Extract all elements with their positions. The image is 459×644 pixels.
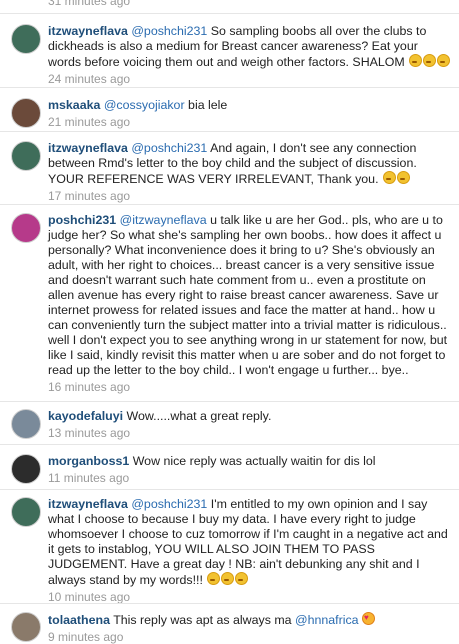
avatar[interactable] bbox=[11, 98, 41, 128]
emoji-icon bbox=[423, 54, 437, 67]
comment-text: u talk like u are her God.. pls, who are… bbox=[48, 213, 448, 377]
emoji-icon bbox=[235, 572, 249, 585]
username-link[interactable]: mskaaka bbox=[48, 98, 100, 112]
username-link[interactable]: tolaathena bbox=[48, 613, 110, 627]
emoji-icon bbox=[396, 171, 410, 184]
username-link[interactable]: kayodefaluyi bbox=[48, 409, 123, 423]
avatar[interactable] bbox=[11, 612, 41, 642]
comment-text: Wow.....what a great reply. bbox=[126, 409, 272, 423]
divider bbox=[0, 131, 459, 132]
mention-link[interactable]: @hnnafrica bbox=[295, 613, 359, 627]
mention-link[interactable]: @poshchi231 bbox=[131, 497, 207, 511]
comment-feed: 31 minutes ago itzwayneflava @poshchi231… bbox=[0, 0, 459, 644]
divider bbox=[0, 204, 459, 205]
comment-text: bia lele bbox=[188, 98, 228, 112]
emoji-icon bbox=[409, 54, 423, 67]
avatar[interactable] bbox=[11, 24, 41, 54]
divider bbox=[0, 603, 459, 604]
timestamp: 13 minutes ago bbox=[48, 426, 131, 440]
avatar[interactable] bbox=[11, 497, 41, 527]
avatar[interactable] bbox=[11, 409, 41, 439]
username-link[interactable]: poshchi231 bbox=[48, 213, 116, 227]
username-link[interactable]: itzwayneflava bbox=[48, 24, 128, 38]
mention-link[interactable]: @poshchi231 bbox=[131, 141, 207, 155]
username-link[interactable]: itzwayneflava bbox=[48, 141, 128, 155]
emoji-icon bbox=[207, 572, 221, 585]
comment-text: This reply was apt as always ma bbox=[113, 613, 295, 627]
comment-text: Wow nice reply was actually waitin for d… bbox=[132, 454, 376, 468]
divider bbox=[0, 87, 459, 88]
username-link[interactable]: itzwayneflava bbox=[48, 497, 128, 511]
divider bbox=[0, 489, 459, 490]
mention-link[interactable]: @itzwayneflava bbox=[120, 213, 207, 227]
timestamp: 17 minutes ago bbox=[48, 189, 131, 203]
username-link[interactable]: morganboss1 bbox=[48, 454, 129, 468]
timestamp: 16 minutes ago bbox=[48, 380, 131, 394]
divider bbox=[0, 401, 459, 402]
mention-link[interactable]: @poshchi231 bbox=[131, 24, 207, 38]
avatar[interactable] bbox=[11, 141, 41, 171]
mention-link[interactable]: @cossyojiakor bbox=[104, 98, 185, 112]
emoji-icon bbox=[382, 171, 396, 184]
timestamp: 10 minutes ago bbox=[48, 590, 131, 604]
avatar[interactable] bbox=[11, 213, 41, 243]
timestamp: 24 minutes ago bbox=[48, 72, 131, 86]
avatar[interactable] bbox=[11, 454, 41, 484]
emoji-icon bbox=[221, 572, 235, 585]
emoji-icon bbox=[437, 54, 451, 67]
timestamp: 31 minutes ago bbox=[48, 0, 131, 8]
divider bbox=[0, 13, 459, 14]
divider bbox=[0, 444, 459, 445]
heart-face-icon bbox=[362, 610, 375, 625]
timestamp: 21 minutes ago bbox=[48, 115, 131, 129]
timestamp: 9 minutes ago bbox=[48, 630, 124, 644]
timestamp: 11 minutes ago bbox=[48, 471, 130, 485]
